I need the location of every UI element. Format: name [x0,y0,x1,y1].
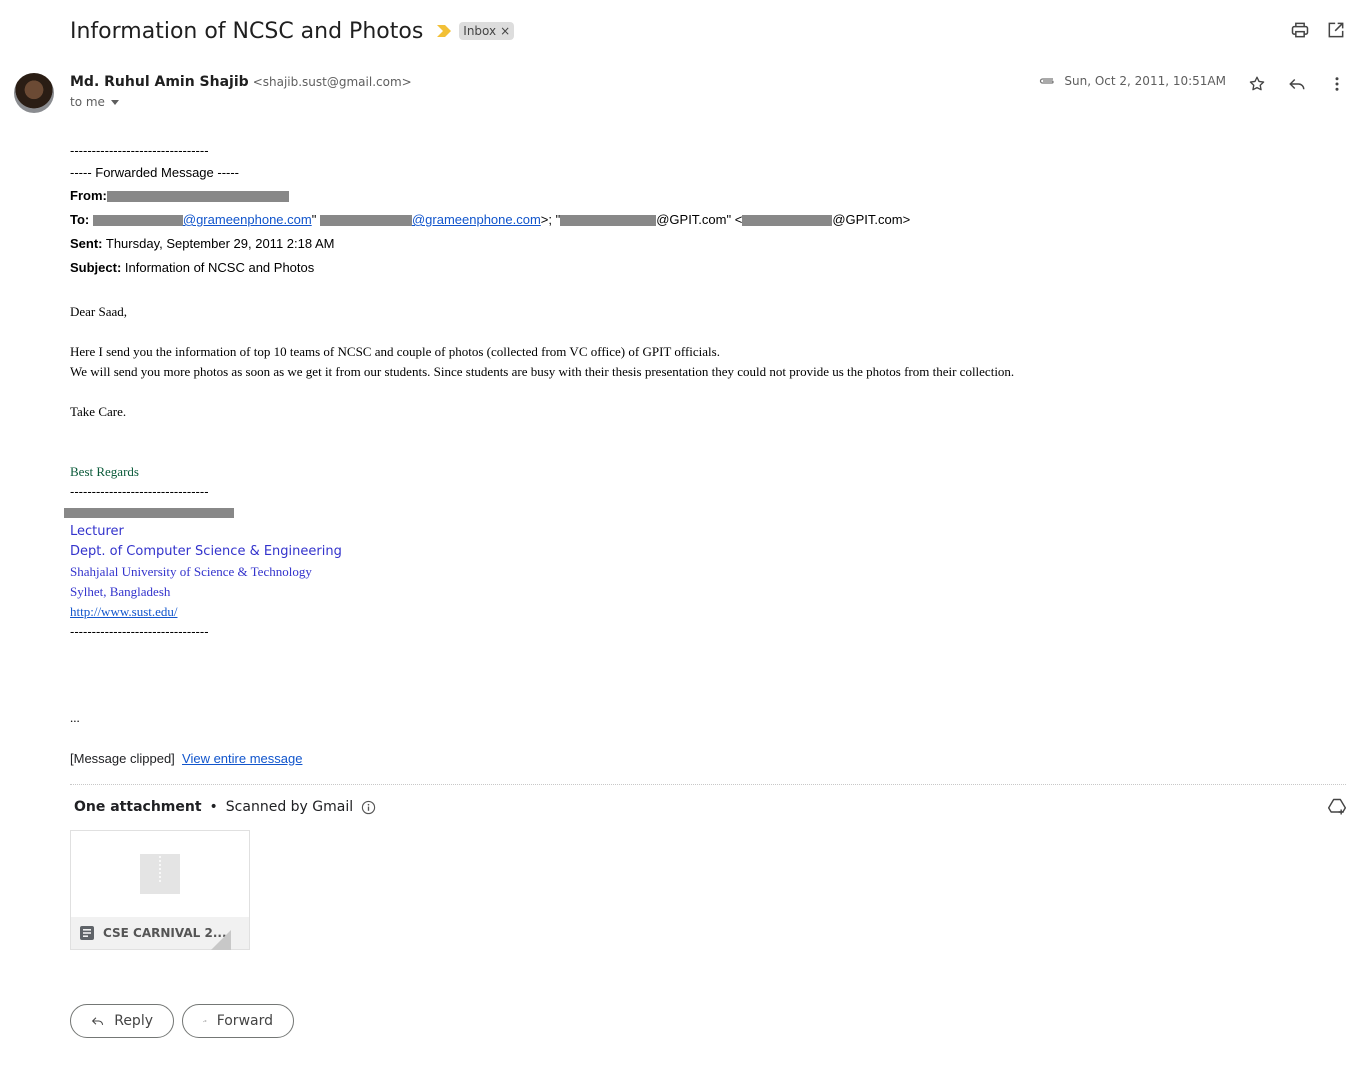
message-body: -------------------------------- ----- F… [64,140,1250,726]
fwd-from-label: From: [70,188,107,203]
reply-icon[interactable] [1288,75,1306,93]
signature-name-redacted [64,502,1250,522]
attachment-count: One attachment [74,799,202,815]
reply-label: Reply [114,1013,153,1029]
forward-label: Forward [216,1013,273,1029]
fwd-to-line: To: @grameenphone.com" @grameenphone.com… [70,208,1250,232]
fwd-subject-line: Subject: Information of NCSC and Photos [70,256,1250,280]
subject-line: Information of NCSC and Photos Inbox × [70,14,515,48]
to-me-text: to me [70,95,105,109]
sender-line: Md. Ruhul Amin Shajib <shajib.sust@gmail.… [70,74,412,90]
document-icon [80,926,94,940]
open-in-new-window-icon[interactable] [1326,20,1346,40]
paragraph-2: We will send you more photos as soon as … [70,364,1015,379]
add-to-drive-icon[interactable] [1327,797,1347,817]
fwd-subject-label: Subject: [70,260,122,275]
clipped-text: [Message clipped] [70,751,175,766]
message-clipped-notice: [Message clipped] View entire message [70,751,302,766]
to-text: @GPIT.com" < [656,212,743,227]
redacted-email [92,215,183,227]
attachments-header: One attachment • Scanned by Gmail [74,799,376,815]
redacted-email [742,215,833,227]
attachment-divider [70,784,1346,785]
signature-title: Lecturer [70,524,124,539]
star-icon[interactable] [1248,75,1266,93]
redacted-email [106,191,289,203]
attachment-corner-fold [211,930,231,950]
sender-email: <shajib.sust@gmail.com> [252,75,412,89]
signature-city: Sylhet, Bangladesh [70,584,171,599]
fwd-sent-value: Thursday, September 29, 2011 2:18 AM [105,236,335,251]
recipients-toggle[interactable]: to me [70,95,119,109]
remove-label-button[interactable]: × [500,24,510,38]
signature-dashes: -------------------------------- [70,484,209,499]
to-text: >; " [540,212,561,227]
message-date: Sun, Oct 2, 2011, 10:51AM [1064,74,1226,88]
attachment-card[interactable]: CSE CARNIVAL 2... [70,830,250,950]
scanned-text: Scanned by Gmail [225,799,354,815]
signature-department: Dept. of Computer Science & Engineering [70,544,342,559]
message-meta: Sun, Oct 2, 2011, 10:51AM [1038,74,1226,88]
dashes-top: -------------------------------- [70,143,209,158]
signature-university: Shahjalal University of Science & Techno… [70,564,312,579]
redacted-email [319,215,412,227]
print-icon[interactable] [1290,20,1310,40]
sender-avatar[interactable] [14,73,54,113]
fwd-to-label: To: [70,212,90,227]
more-vert-icon[interactable] [1328,75,1346,93]
greeting: Dear Saad, [70,304,128,319]
forward-button[interactable]: Forward [182,1004,294,1038]
sender-name[interactable]: Md. Ruhul Amin Shajib [70,74,249,90]
closing: Take Care. [70,404,127,419]
to-text: " [311,212,317,227]
attachment-filename: CSE CARNIVAL 2... [103,926,227,940]
reply-button[interactable]: Reply [70,1004,174,1038]
view-entire-message-link[interactable]: View entire message [182,751,302,766]
inbox-label-chip[interactable]: Inbox × [459,22,515,40]
reply-icon [91,1017,104,1025]
best-regards: Best Regards [70,464,139,479]
signature-url-line: http://www.sust.edu/ [70,602,1250,622]
fwd-subject-value: Information of NCSC and Photos [124,260,315,275]
signature-url-link[interactable]: http://www.sust.edu/ [70,604,178,619]
paragraph-1: Here I send you the information of top 1… [70,344,720,359]
chevron-down-icon [110,99,119,105]
email-subject: Information of NCSC and Photos [70,18,424,44]
fwd-from-line: From: [70,184,1250,208]
importance-marker-icon[interactable] [437,25,452,37]
info-icon[interactable] [361,800,376,815]
trimmed-content-ellipsis[interactable]: ... [70,710,1250,726]
fwd-sent-line: Sent: Thursday, September 29, 2011 2:18 … [70,232,1250,256]
signature-dashes-bottom: -------------------------------- [70,624,209,639]
separator-bullet: • [209,799,218,815]
zip-file-icon [140,854,180,894]
to-text: @GPIT.com> [832,212,911,227]
label-text: Inbox [463,24,497,38]
redacted-email [560,215,657,227]
forwarded-header: ----- Forwarded Message ----- [70,165,240,180]
attachment-clip-icon [1040,78,1055,84]
recipient-link-2[interactable]: @grameenphone.com [412,212,541,227]
fwd-sent-label: Sent: [70,236,103,251]
forward-icon [203,1019,207,1023]
recipient-link-1[interactable]: @grameenphone.com [183,212,312,227]
